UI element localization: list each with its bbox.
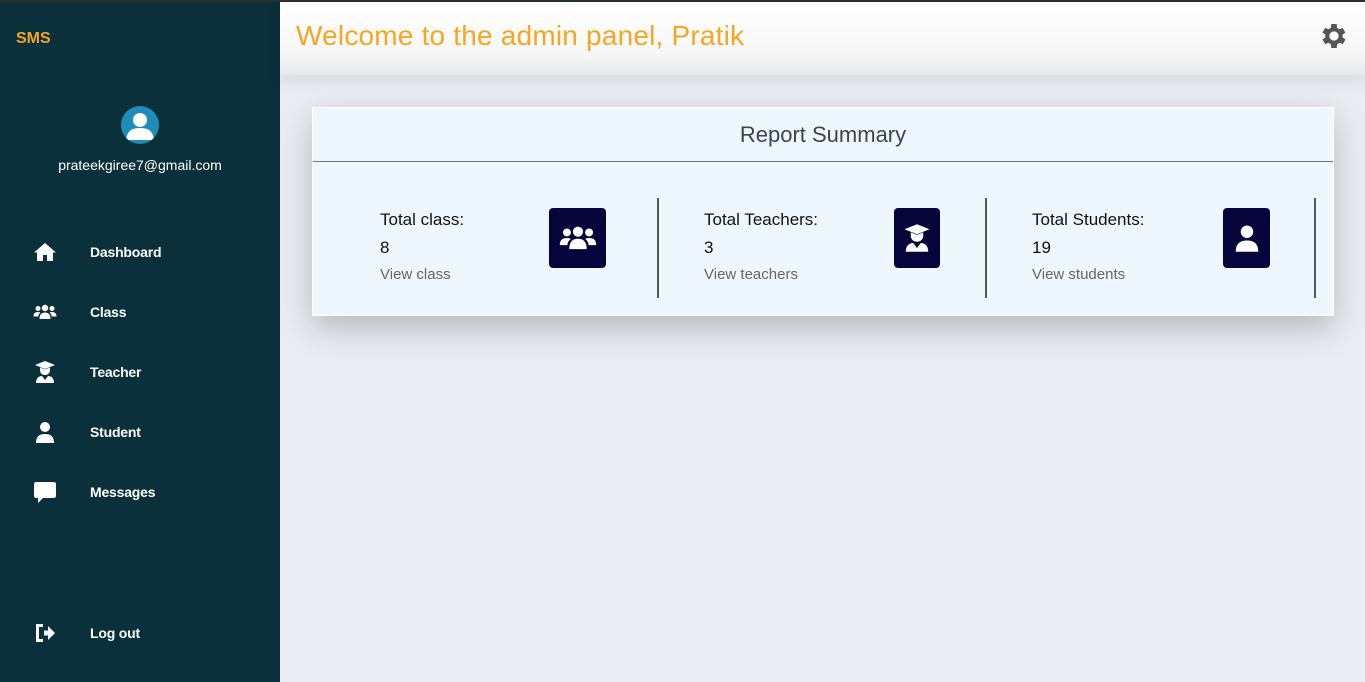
user-avatar-icon: [126, 113, 154, 140]
sidebar-item-dashboard[interactable]: Dashboard: [0, 222, 280, 282]
page-title: Welcome to the admin panel, Pratik: [296, 20, 745, 51]
sidebar-item-label: Messages: [90, 484, 156, 500]
page-header: Welcome to the admin panel, Pratik: [280, 2, 1365, 75]
stat-divider: [985, 198, 987, 298]
stat-label: Total Teachers:: [704, 210, 819, 229]
stat-divider: [1314, 198, 1316, 298]
sidebar-item-class[interactable]: Class: [0, 282, 280, 342]
graduate-icon: [904, 224, 930, 252]
users-icon: [0, 300, 90, 324]
stat-label: Total class:: [380, 210, 465, 229]
sidebar-item-messages[interactable]: Messages: [0, 462, 280, 522]
stat-divider: [657, 198, 659, 298]
stat-icon-box: [894, 208, 940, 268]
user-email: prateekgiree7@gmail.com: [58, 157, 222, 173]
main-content: Welcome to the admin panel, Pratik Repor…: [280, 2, 1365, 682]
stat-value: 19: [1032, 238, 1051, 257]
stat-total-teachers: Total Teachers: 3 View teachers: [704, 198, 944, 298]
view-teachers-link[interactable]: View teachers: [704, 266, 798, 283]
stat-value: 3: [704, 238, 714, 257]
user-icon: [1235, 225, 1258, 252]
report-summary-card: Report Summary Total class: 8 View class…: [312, 107, 1334, 316]
avatar[interactable]: [121, 106, 159, 144]
settings-button[interactable]: [1318, 20, 1350, 52]
sidebar-item-teacher[interactable]: Teacher: [0, 342, 280, 402]
logout-icon: [0, 621, 90, 645]
sidebar-item-label: Class: [90, 304, 127, 320]
view-students-link[interactable]: View students: [1032, 266, 1125, 283]
stat-total-class: Total class: 8 View class: [380, 198, 610, 298]
stat-value: 8: [380, 238, 390, 257]
gear-icon: [1322, 24, 1346, 48]
sidebar-item-student[interactable]: Student: [0, 402, 280, 462]
report-summary-title: Report Summary: [313, 108, 1333, 162]
graduate-icon: [0, 360, 90, 384]
sidebar: SMS prateekgiree7@gmail.com Dashboard Cl…: [0, 2, 280, 682]
sidebar-item-label: Teacher: [90, 364, 142, 380]
logout-button[interactable]: Log out: [0, 613, 280, 653]
stat-icon-box: [1223, 208, 1270, 268]
view-class-link[interactable]: View class: [380, 266, 451, 283]
sidebar-item-label: Student: [90, 424, 141, 440]
sidebar-nav: Dashboard Class Teacher Student Messages: [0, 222, 280, 522]
brand-logo[interactable]: SMS: [16, 30, 51, 48]
sidebar-item-label: Dashboard: [90, 244, 162, 260]
home-icon: [0, 240, 90, 264]
logout-label: Log out: [90, 625, 140, 641]
stat-total-students: Total Students: 19 View students: [1032, 198, 1272, 298]
message-icon: [0, 480, 90, 504]
user-icon: [0, 420, 90, 444]
stat-icon-box: [549, 208, 606, 268]
stat-label: Total Students:: [1032, 210, 1145, 229]
users-icon: [559, 226, 596, 250]
